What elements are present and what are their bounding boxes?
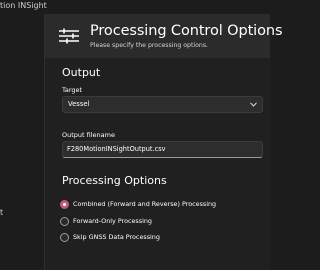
radio-button-selected[interactable] <box>60 200 69 209</box>
processing-control-dialog: Processing Control Options Please specif… <box>45 14 283 270</box>
output-filename-value: F280MotionINSightOutput.csv <box>67 145 166 153</box>
window-title: tion INSight <box>0 1 47 10</box>
chevron-down-icon <box>250 102 257 107</box>
radio-combined-processing[interactable]: Combined (Forward and Reverse) Processin… <box>60 200 260 212</box>
sliders-icon <box>59 28 79 44</box>
radio-button[interactable] <box>60 217 69 226</box>
dialog-subtitle: Please specify the processing options. <box>90 42 209 49</box>
processing-options-title: Processing Options <box>62 174 167 187</box>
output-filename-label: Output filename <box>62 131 115 139</box>
radio-label: Skip GNSS Data Processing <box>73 233 160 241</box>
radio-button[interactable] <box>60 233 69 242</box>
left-pane-label: t <box>0 208 4 217</box>
output-filename-input[interactable]: F280MotionINSightOutput.csv <box>62 141 263 158</box>
dialog-title: Processing Control Options <box>90 23 283 39</box>
target-select-value: Vessel <box>68 100 90 108</box>
target-select[interactable]: Vessel <box>62 96 263 113</box>
dialog-header: Processing Control Options Please specif… <box>45 14 283 58</box>
radio-forward-only-processing[interactable]: Forward-Only Processing <box>60 217 260 229</box>
target-label: Target <box>62 86 83 94</box>
output-section-title: Output <box>62 66 101 79</box>
radio-label: Combined (Forward and Reverse) Processin… <box>73 200 217 208</box>
left-pane: t <box>0 14 44 270</box>
radio-skip-gnss-processing[interactable]: Skip GNSS Data Processing <box>60 233 260 245</box>
radio-label: Forward-Only Processing <box>73 217 152 225</box>
